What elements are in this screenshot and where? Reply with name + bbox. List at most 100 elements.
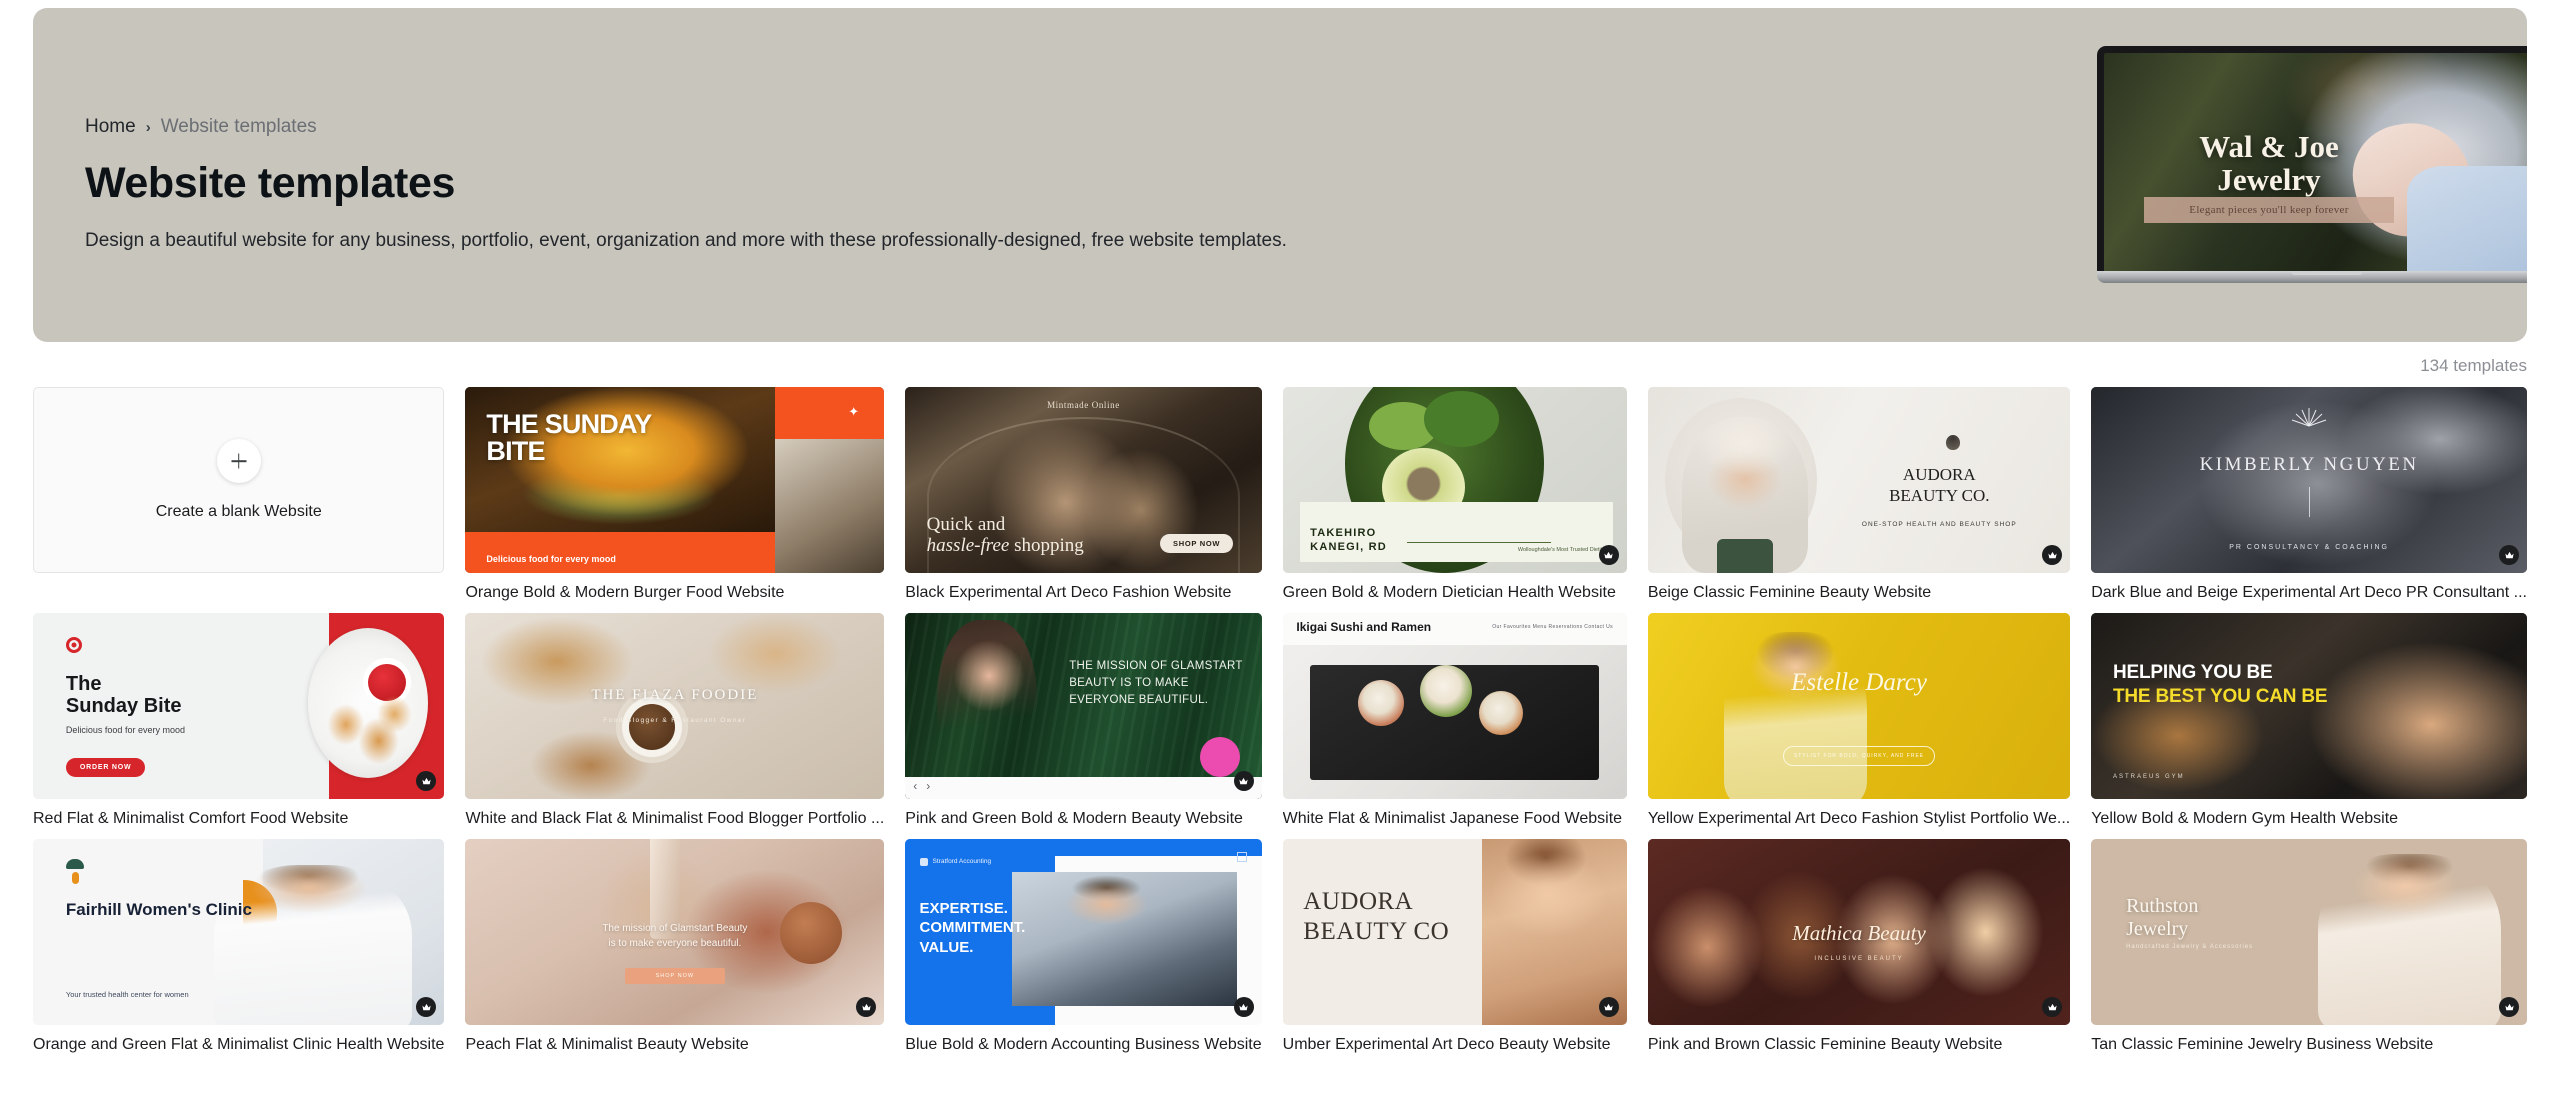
thumb-tagline: INCLUSIVE BEAUTY [1814,956,1904,963]
template-thumbnail-red-comfort-food[interactable]: The Sunday Bite Delicious food for every… [33,613,445,799]
thumb-square-icon [1237,852,1248,863]
thumb-headline-b: COMMITMENT. [919,919,1026,937]
carousel-arrows[interactable]: ‹ › [913,779,930,793]
laptop-illustration: Wal & Joe Jewelry Elegant pieces you'll … [2097,46,2527,283]
breadcrumb-chevron-icon: › [145,118,151,136]
laptop-screen: Wal & Joe Jewelry Elegant pieces you'll … [2097,46,2527,271]
template-card[interactable]: HELPING YOU BE THE BEST YOU CAN BE ASTRA… [2091,613,2527,830]
template-label: Yellow Experimental Art Deco Fashion Sty… [1647,810,2071,827]
card-create-blank[interactable]: Create a blank Website [33,387,445,604]
template-thumbnail-umber-audora[interactable]: AUDORA BEAUTY CO [1282,839,1627,1025]
thumb-name-line2: BEAUTY CO [1303,918,1450,946]
template-label: Orange and Green Flat & Minimalist Clini… [33,1036,445,1053]
thumb-person [1723,631,1868,799]
template-label: Beige Classic Feminine Beauty Website [1647,584,1932,601]
template-label: Tan Classic Feminine Jewelry Business We… [2091,1036,2434,1053]
template-thumbnail-orange-burger[interactable]: ✦ THE SUNDAY BITE Delicious food for eve… [465,387,885,573]
thumb-orange-band [465,532,776,573]
plus-icon [216,439,261,483]
template-thumbnail-green-dietician[interactable]: TAKEHIRO KANEGI, RD Wolloughdale's Most … [1282,387,1627,573]
template-card[interactable]: Ruthston Jewelry Handcrafted Jewelry & A… [2091,839,2527,1056]
template-card[interactable]: The Sunday Bite Delicious food for every… [33,613,445,830]
logo-cap [65,859,84,870]
template-thumbnail-black-fashion[interactable]: Mintmade Online Quick and hassle-free sh… [905,387,1262,573]
thumb-shop-now-button: SHOP NOW [1160,533,1234,553]
thumb-subtext: Delicious food for every mood [486,553,616,564]
laptop-brand-line1: Wal & Joe [2199,129,2339,165]
thumb-order-now-button: ORDER NOW [65,757,146,777]
thumb-bottom-strip [905,776,1262,799]
template-card[interactable]: THE MISSION OF GLAMSTART BEAUTY IS TO MA… [905,613,1262,830]
create-blank-label: Create a blank Website [155,503,322,520]
template-thumbnail-blue-accounting[interactable]: Stratford Accounting EXPERTISE. COMMITME… [905,839,1262,1025]
pro-crown-icon [1598,545,1619,565]
thumb-headline: Quick and hassle-free shopping [927,514,1148,557]
thumb-tagline: ASTRAEUS GYM [2113,774,2185,781]
carousel-next-icon[interactable]: › [926,779,930,793]
page-title: Website templates [85,159,455,207]
thumb-headline-b: hassle-free [926,535,1010,556]
thumb-shop-now-button: SHOP NOW [624,968,726,985]
template-count: 134 templates [2420,356,2527,375]
thumb-headline-a: The [65,672,102,695]
template-card[interactable]: The mission of Glamstart Beauty is to ma… [465,839,885,1056]
laptop-cta-text: Elegant pieces you'll keep forever [2144,196,2394,223]
template-card[interactable]: TAKEHIRO KANEGI, RD Wolloughdale's Most … [1282,387,1627,604]
thumb-logo: Stratford Accounting [919,857,992,866]
template-card[interactable]: THE FIAZA FOODIE Food Blogger & Restaura… [465,613,885,830]
thumb-tagline-pill: STYLIST FOR BOLD, QUIRKY, AND FREE [1782,745,1936,766]
template-thumbnail-estelle-darcy[interactable]: Estelle Darcy STYLIST FOR BOLD, QUIRKY, … [1647,613,2071,799]
thumb-divider [2309,487,2311,518]
thumb-headline-a: EXPERTISE. [919,899,1008,917]
carousel-prev-icon[interactable]: ‹ [913,779,917,793]
template-thumbnail-fairhill-clinic[interactable]: Fairhill Women's Clinic Your trusted hea… [33,839,445,1025]
thumb-name: Ruthston Jewelry [2126,895,2335,941]
template-thumbnail-mathica-beauty[interactable]: Mathica Beauty INCLUSIVE BEAUTY [1647,839,2071,1025]
thumb-name: AUDORA BEAUTY CO. [1829,465,2049,506]
thumb-tagline: Wolloughdale's Most Trusted Dietitian [1517,547,1610,554]
thumb-logo-text: Stratford Accounting [932,858,992,866]
thumb-person [937,620,1038,799]
template-card[interactable]: Mathica Beauty INCLUSIVE BEAUTY Pink and… [1647,839,2071,1056]
thumb-name-line1: AUDORA [1303,888,1414,916]
template-thumbnail-yellow-gym[interactable]: HELPING YOU BE THE BEST YOU CAN BE ASTRA… [2091,613,2527,799]
template-card[interactable]: AUDORA BEAUTY CO Umber Experimental Art … [1282,839,1627,1056]
pro-crown-icon [1233,771,1254,791]
thumb-sushi-roll [1420,665,1473,718]
create-blank-website-button[interactable]: Create a blank Website [33,387,445,573]
clinic-logo-icon [65,859,84,887]
template-thumbnail-pink-green-beauty[interactable]: THE MISSION OF GLAMSTART BEAUTY IS TO MA… [905,613,1262,799]
laptop-brand-line2: Jewelry [2217,161,2321,197]
template-thumbnail-fiaza-foodie[interactable]: THE FIAZA FOODIE Food Blogger & Restaura… [465,613,885,799]
sparkle-icon: ✦ [848,403,860,419]
thumb-brand: Mintmade Online [1047,400,1120,411]
template-card[interactable]: Mintmade Online Quick and hassle-free sh… [905,387,1262,604]
thumb-sushi-roll [1358,679,1405,726]
thumb-broccoli-2 [1423,390,1500,447]
template-card[interactable]: Ikigai Sushi and Ramen Our Favourites Me… [1282,613,1627,830]
template-card[interactable]: Fairhill Women's Clinic Your trusted hea… [33,839,445,1056]
template-label: Black Experimental Art Deco Fashion Webs… [905,584,1232,601]
template-label: White Flat & Minimalist Japanese Food We… [1282,810,1623,827]
template-card[interactable]: ✦ THE SUNDAY BITE Delicious food for eve… [465,387,885,604]
template-label: Pink and Brown Classic Feminine Beauty W… [1647,1036,2003,1053]
thumb-subtext: Delicious food for every mood [65,724,185,735]
thumb-brand: Ikigai Sushi and Ramen [1296,620,1432,635]
template-thumbnail-peach-beauty[interactable]: The mission of Glamstart Beauty is to ma… [465,839,885,1025]
thumb-name-line1: Ruthston [2126,894,2199,917]
thumb-headline: EXPERTISE. COMMITMENT. VALUE. [920,899,1055,958]
template-thumbnail-beige-audora[interactable]: AUDORA BEAUTY CO. ONE-STOP HEALTH AND BE… [1647,387,2071,573]
template-label: Yellow Bold & Modern Gym Health Website [2091,810,2399,827]
template-card[interactable]: Estelle Darcy STYLIST FOR BOLD, QUIRKY, … [1647,613,2071,830]
breadcrumb-home-link[interactable]: Home [85,116,136,138]
template-card[interactable]: AUDORA BEAUTY CO. ONE-STOP HEALTH AND BE… [1647,387,2071,604]
template-label: White and Black Flat & Minimalist Food B… [465,810,885,827]
template-thumbnail-kimberly-nguyen[interactable]: KIMBERLY NGUYEN PR CONSULTANCY & COACHIN… [2091,387,2527,573]
thumb-headline: Fairhill Women's Clinic [65,900,252,920]
template-card[interactable]: Stratford Accounting EXPERTISE. COMMITME… [905,839,1262,1056]
thumb-tagline: Handcrafted Jewelry & Accessories [2126,944,2254,951]
template-thumbnail-japanese-food[interactable]: Ikigai Sushi and Ramen Our Favourites Me… [1282,613,1627,799]
template-card[interactable]: KIMBERLY NGUYEN PR CONSULTANCY & COACHIN… [2091,387,2527,604]
template-thumbnail-ruthston-jewelry[interactable]: Ruthston Jewelry Handcrafted Jewelry & A… [2091,839,2527,1025]
thumb-pink-badge [1200,736,1241,777]
